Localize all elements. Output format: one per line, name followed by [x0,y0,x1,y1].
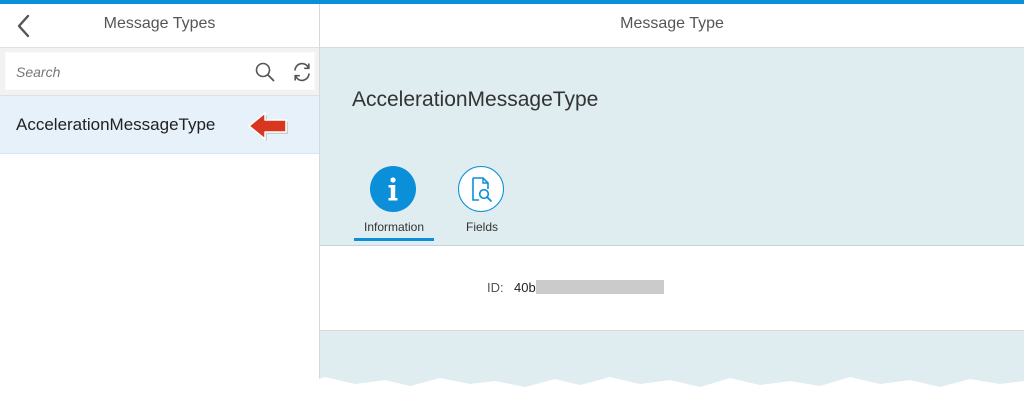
refresh-icon[interactable] [291,61,313,83]
torn-edge-effect [0,376,1024,401]
annotation-arrow-icon [248,112,288,141]
info-icon [388,177,398,201]
list-item-label: AccelerationMessageType [16,115,216,134]
master-header: Message Types [0,4,319,48]
detail-header: Message Type [320,4,1024,48]
detail-pane: Message Type AccelerationMessageType Inf… [320,4,1024,401]
selected-tab-indicator [354,238,434,241]
list-item[interactable]: AccelerationMessageType [0,96,319,154]
fields-tab-circle [458,166,504,212]
redaction-bar [536,280,664,294]
search-field[interactable] [5,52,315,90]
master-pane: Message Types AccelerationMessageType [0,4,320,401]
object-title: AccelerationMessageType [352,88,599,111]
document-search-icon [472,177,492,202]
id-label: ID: [487,280,504,295]
search-icon[interactable] [254,61,276,83]
tab-information-label: Information [363,220,425,234]
id-value: 40b [514,280,536,295]
object-header: AccelerationMessageType Information Fiel… [320,48,1024,246]
information-section: ID: 40b [320,246,1024,331]
tab-fields[interactable]: Fields [442,164,522,242]
tab-fields-label: Fields [465,220,498,234]
tab-information[interactable]: Information [354,164,434,242]
search-input[interactable] [14,61,238,83]
info-tab-circle [370,166,416,212]
master-title: Message Types [103,15,216,32]
search-bar [0,48,319,96]
detail-title: Message Type [620,15,724,32]
